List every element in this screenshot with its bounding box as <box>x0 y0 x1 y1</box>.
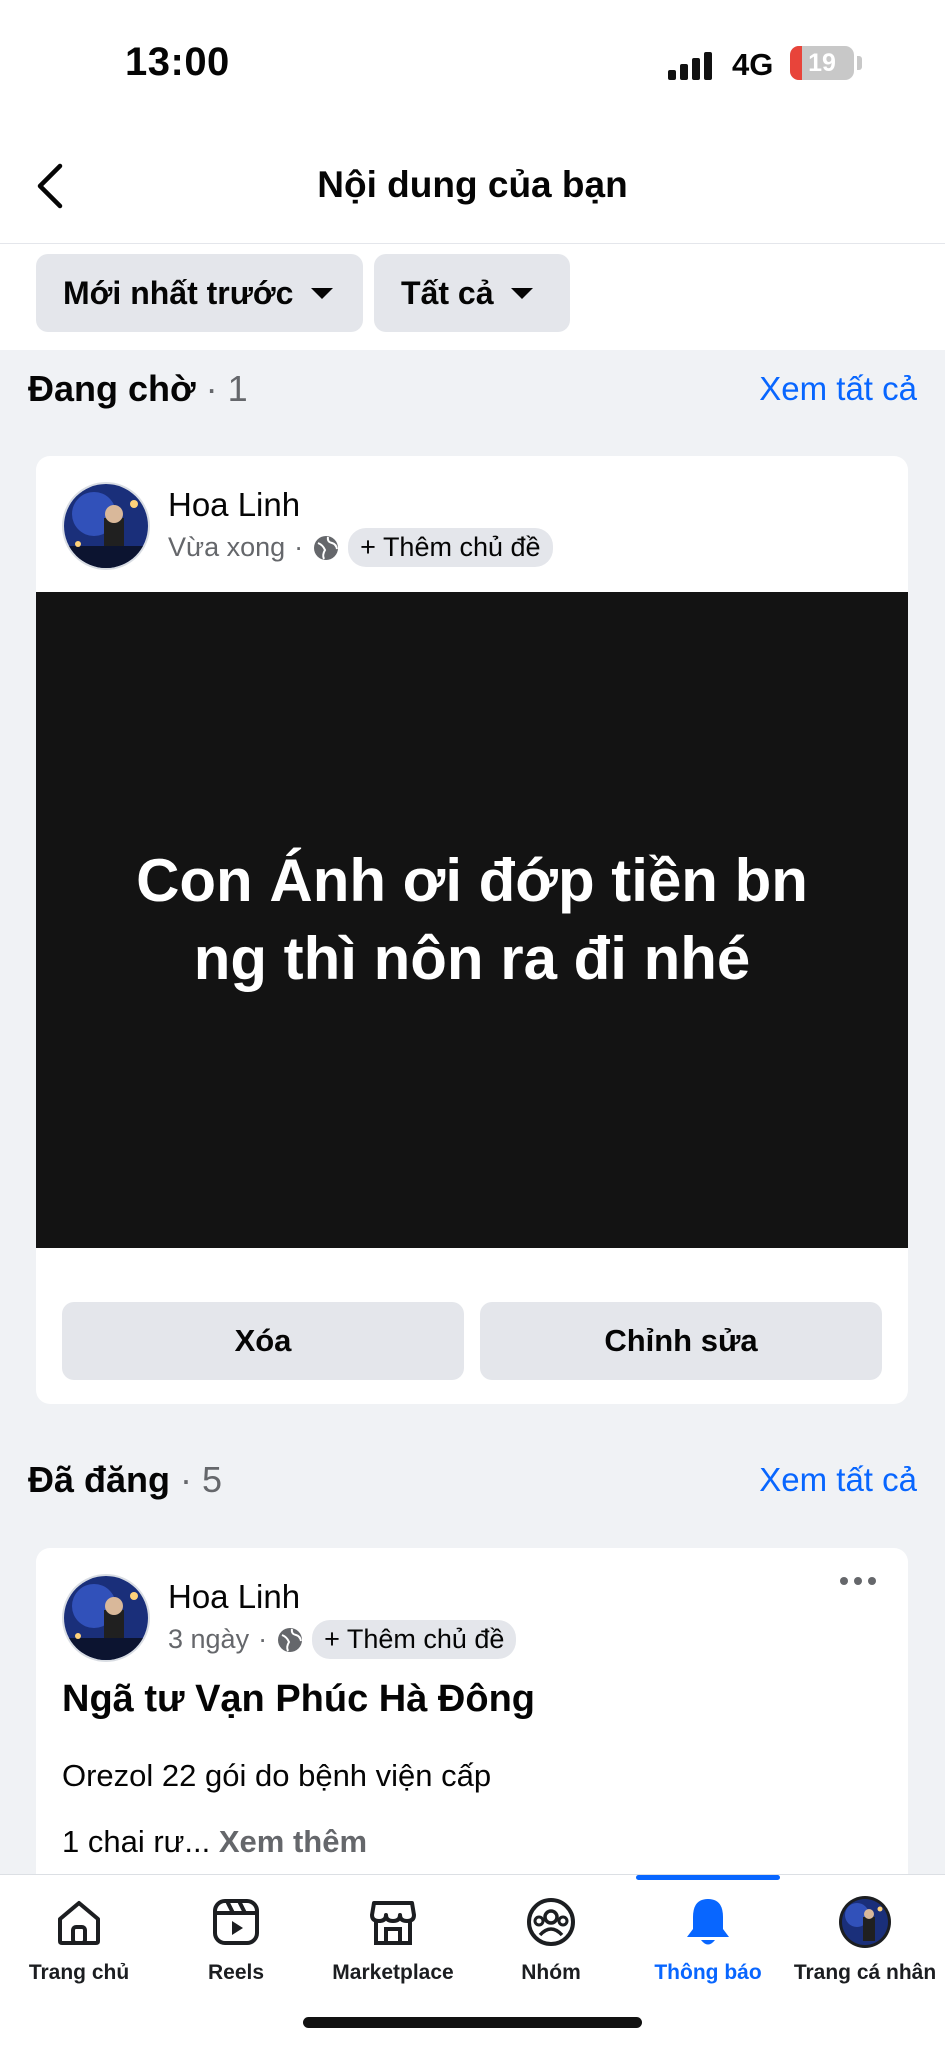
avatar-photo <box>64 1576 148 1660</box>
published-title: Đã đăng <box>28 1459 171 1500</box>
avatar[interactable] <box>62 1574 150 1662</box>
section-title: Đã đăng · 5 <box>28 1459 222 1501</box>
post-body-line: Con Ánh ơi đớp tiền bn <box>136 847 808 914</box>
more-horizontal-icon <box>840 1577 876 1585</box>
pending-post-card: Hoa Linh Vừa xong · + Thêm chủ đề Con Án… <box>36 456 908 1404</box>
see-more-link[interactable]: Xem thêm <box>219 1824 367 1859</box>
nav-label: Marketplace <box>332 1961 454 1984</box>
more-options-button[interactable] <box>838 1566 878 1596</box>
nav-label: Nhóm <box>521 1961 581 1984</box>
author-name[interactable]: Hoa Linh <box>168 1578 300 1616</box>
delete-button[interactable]: Xóa <box>62 1302 464 1380</box>
add-topic-button[interactable]: + Thêm chủ đề <box>312 1620 517 1659</box>
post-time: 3 ngày <box>168 1624 250 1654</box>
avatar-photo <box>64 484 148 568</box>
status-time: 13:00 <box>125 40 230 84</box>
type-filter-label: Tất cả <box>401 274 494 311</box>
published-count: · 5 <box>180 1459 223 1500</box>
pending-title: Đang chờ <box>28 368 196 409</box>
groups-icon <box>527 1898 575 1946</box>
network-label: 4G <box>732 47 774 82</box>
nav-notifications[interactable]: Thông báo <box>629 1875 787 2005</box>
published-section-header: Đã đăng · 5 Xem tất cả <box>0 1459 945 1549</box>
post-text-line: 1 chai rư... Xem thêm <box>62 1824 367 1860</box>
post-text-background: Con Ánh ơi đớp tiền bn ng thì nôn ra đi … <box>36 592 908 1248</box>
pending-section-header: Đang chờ · 1 Xem tất cả <box>0 368 945 458</box>
page-header: Nội dung của bạn <box>0 120 945 244</box>
edit-button[interactable]: Chỉnh sửa <box>480 1302 882 1380</box>
meta-separator: · <box>258 1624 268 1654</box>
author-name[interactable]: Hoa Linh <box>168 486 300 524</box>
caret-down-icon <box>511 287 534 299</box>
post-time: Vừa xong <box>168 532 286 562</box>
status-bar: 13:00 4G 19 <box>0 0 945 120</box>
battery-level: 19 <box>808 49 836 77</box>
nav-reels[interactable]: Reels <box>157 1875 315 2005</box>
post-body: Con Ánh ơi đớp tiền bn ng thì nôn ra đi … <box>92 842 852 998</box>
profile-avatar <box>839 1896 891 1948</box>
nav-label: Trang cá nhân <box>793 1961 937 1984</box>
nav-groups[interactable]: Nhóm <box>472 1875 630 2005</box>
published-see-all-link[interactable]: Xem tất cả <box>759 1461 917 1499</box>
nav-label: Trang chủ <box>28 1961 130 1984</box>
battery-icon: 19 <box>790 46 854 80</box>
home-indicator <box>303 2017 642 2028</box>
post-text-truncated: 1 chai rư... <box>62 1824 211 1859</box>
battery-tip <box>857 56 862 70</box>
meta-separator: · <box>294 532 304 562</box>
add-topic-button[interactable]: + Thêm chủ đề <box>348 528 553 567</box>
nav-label: Reels <box>207 1961 265 1984</box>
nav-profile[interactable]: Trang cá nhân <box>786 1875 944 2005</box>
section-title: Đang chờ · 1 <box>28 368 248 410</box>
nav-marketplace[interactable]: Marketplace <box>314 1875 472 2005</box>
globe-icon <box>314 535 339 560</box>
published-post-card: Hoa Linh 3 ngày · + Thêm chủ đề Ngã tư V… <box>36 1548 908 1888</box>
post-heading: Ngã tư Vạn Phúc Hà Đông <box>62 1678 535 1720</box>
sort-filter-label: Mới nhất trước <box>63 274 294 311</box>
bell-icon <box>687 1899 729 1945</box>
page-title: Nội dung của bạn <box>317 164 628 205</box>
pending-count: · 1 <box>205 368 248 409</box>
home-icon <box>58 1901 100 1945</box>
post-meta: Vừa xong · + Thêm chủ đề <box>168 528 553 567</box>
pending-see-all-link[interactable]: Xem tất cả <box>759 370 917 408</box>
avatar[interactable] <box>62 482 150 570</box>
caret-down-icon <box>311 287 334 299</box>
marketplace-icon <box>370 1901 416 1945</box>
post-text-line: Orezol 22 gói do bệnh viện cấp <box>62 1758 492 1793</box>
globe-icon <box>278 1627 303 1652</box>
filter-bar: Mới nhất trước Tất cả <box>0 244 945 350</box>
post-meta: 3 ngày · + Thêm chủ đề <box>168 1620 517 1659</box>
sort-filter-button[interactable]: Mới nhất trước <box>36 254 363 332</box>
reels-icon <box>213 1899 259 1945</box>
type-filter-button[interactable]: Tất cả <box>374 254 570 332</box>
signal-icon <box>668 50 718 80</box>
nav-label: Thông báo <box>654 1961 762 1984</box>
post-body-line: ng thì nôn ra đi nhé <box>193 925 751 992</box>
nav-home[interactable]: Trang chủ <box>0 1875 158 2005</box>
